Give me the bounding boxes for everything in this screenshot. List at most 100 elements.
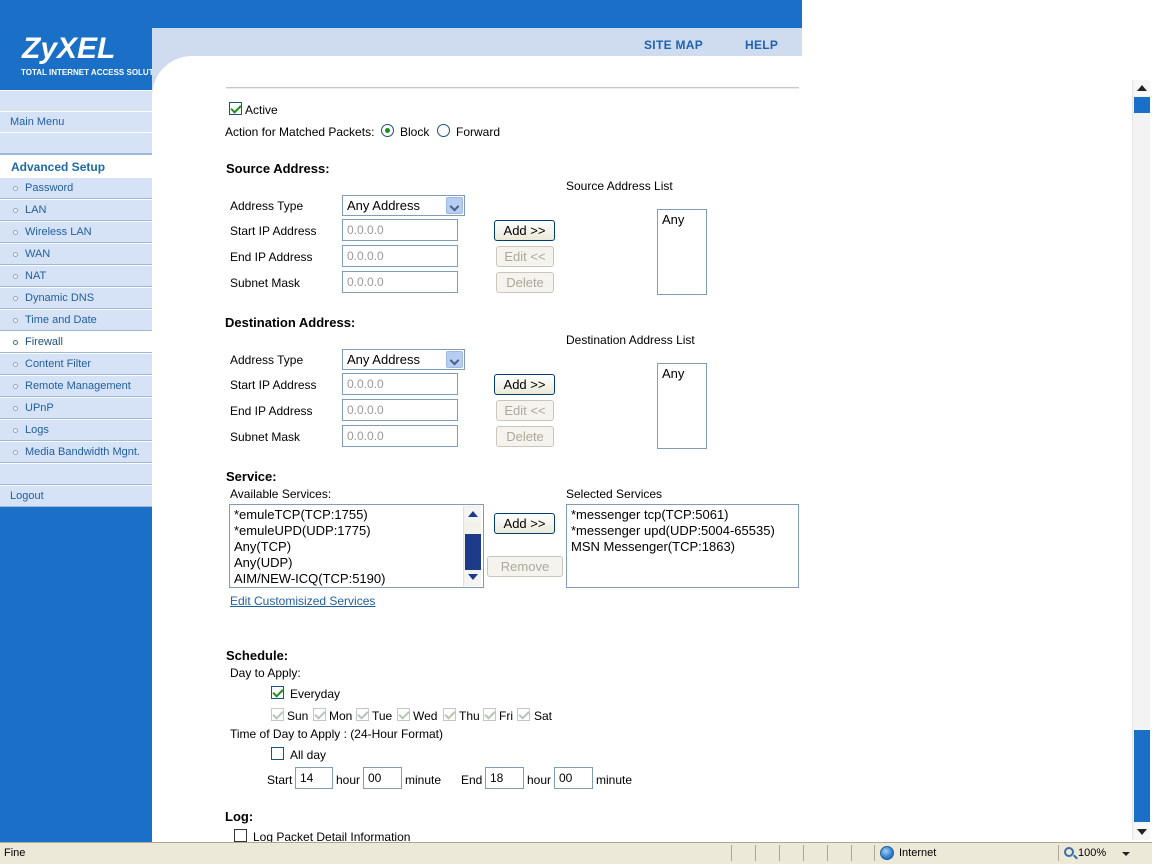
sidebar-item-content-filter[interactable]: Content Filter [0,353,152,375]
available-services-list[interactable]: *emuleTCP(TCP:1755) *emuleUPD(UDP:1775) … [229,504,484,588]
sidebar-item-label: Dynamic DNS [25,292,95,304]
sidebar-logout[interactable]: Logout [0,485,152,507]
sidebar-item-password[interactable]: Password [0,177,152,199]
list-item[interactable]: AIM/NEW-ICQ(TCP:5190) [234,571,461,587]
list-item[interactable]: Any [662,366,702,382]
sidebar-item-label: Password [25,182,74,194]
bullet-icon [13,362,18,367]
service-add-button[interactable]: Add >> [494,513,555,534]
bullet-icon [13,318,18,323]
selected-services-list[interactable]: *messenger tcp(TCP:5061) *messenger upd(… [566,504,799,588]
service-remove-button[interactable]: Remove [487,556,563,577]
chevron-down-icon[interactable] [1122,852,1130,856]
list-item[interactable]: *messenger upd(UDP:5004-65535) [571,523,794,539]
destination-add-button[interactable]: Add >> [494,374,555,395]
start-hour-input[interactable]: 14 [295,767,333,789]
source-add-button[interactable]: Add >> [494,220,555,241]
wed-checkbox[interactable] [397,708,410,721]
destination-address-type-label: Address Type [230,353,304,367]
help-link[interactable]: HELP [745,38,778,52]
destination-end-ip-input[interactable]: 0.0.0.0 [342,399,458,421]
destination-edit-button[interactable]: Edit << [496,400,554,421]
destination-subnet-input[interactable]: 0.0.0.0 [342,425,458,447]
destination-delete-button[interactable]: Delete [496,426,554,447]
block-radio[interactable] [381,124,394,137]
list-item[interactable]: MSN Messenger(TCP:1863) [571,539,794,555]
list-item[interactable]: Any(TCP) [234,539,461,555]
sidebar-item-upnp[interactable]: UPnP [0,397,152,419]
sat-checkbox[interactable] [517,708,530,721]
start-minute-input[interactable]: 00 [363,767,402,789]
sidebar-item-wan[interactable]: WAN [0,243,152,265]
scroll-down-icon[interactable] [465,570,481,585]
log-detail-checkbox[interactable] [234,829,247,842]
sidebar-item-time-and-date[interactable]: Time and Date [0,309,152,331]
source-edit-button[interactable]: Edit << [496,246,554,267]
scroll-thumb[interactable] [465,534,481,570]
zoom-icon[interactable] [1064,847,1074,857]
source-subnet-input[interactable]: 0.0.0.0 [342,271,458,293]
sidebar-item-nat[interactable]: NAT [0,265,152,287]
scroll-up-icon[interactable] [465,507,481,522]
site-map-link[interactable]: SITE MAP [644,38,703,52]
select-value: Any Address [347,352,420,367]
source-address-type-select[interactable]: Any Address [342,195,465,216]
bullet-icon [13,186,18,191]
mon-checkbox[interactable] [313,708,326,721]
sidebar-item-logs[interactable]: Logs [0,419,152,441]
active-checkbox[interactable] [229,102,242,115]
status-separator [874,845,875,861]
scroll-track[interactable] [1134,730,1150,822]
page-scrollbar[interactable] [1132,80,1150,840]
allday-checkbox[interactable] [271,747,284,760]
chevron-down-icon[interactable] [446,197,463,214]
list-item[interactable]: Any(UDP) [234,555,461,571]
sidebar-item-media-bandwidth[interactable]: Media Bandwidth Mgnt. [0,441,152,463]
block-label: Block [400,125,430,139]
sidebar-item-firewall[interactable]: Firewall [0,331,152,353]
globe-icon [880,846,894,860]
edit-customized-services-link[interactable]: Edit Customisized Services [230,594,375,608]
destination-start-ip-input[interactable]: 0.0.0.0 [342,373,458,395]
list-item[interactable]: *messenger tcp(TCP:5061) [571,507,794,523]
scroll-thumb[interactable] [1134,97,1150,113]
sidebar-section-advanced-setup[interactable]: Advanced Setup [0,153,152,177]
sidebar-item-lan[interactable]: LAN [0,199,152,221]
source-address-list[interactable]: Any [657,209,707,295]
scroll-down-icon[interactable] [1134,824,1150,840]
security-zone: Internet [899,847,937,859]
everyday-checkbox[interactable] [271,686,284,699]
destination-address-list[interactable]: Any [657,363,707,449]
tue-checkbox[interactable] [356,708,369,721]
source-end-ip-input[interactable]: 0.0.0.0 [342,245,458,267]
chevron-down-icon[interactable] [446,351,463,368]
sun-checkbox[interactable] [271,708,284,721]
browser-status-bar [0,842,1152,864]
list-item[interactable]: *emuleTCP(TCP:1755) [234,507,461,523]
destination-address-type-select[interactable]: Any Address [342,349,465,370]
sidebar-item-wireless-lan[interactable]: Wireless LAN [0,221,152,243]
thu-checkbox[interactable] [443,708,456,721]
tue-label: Tue [372,709,393,723]
end-minute-input[interactable]: 00 [554,767,593,789]
forward-radio[interactable] [437,124,450,137]
fri-label: Fri [499,709,513,723]
end-hour-input[interactable]: 18 [485,767,524,789]
start-label: Start [267,773,293,787]
sidebar-item-dynamic-dns[interactable]: Dynamic DNS [0,287,152,309]
status-separator [803,845,804,861]
available-services-scrollbar[interactable] [463,506,481,586]
sidebar-main-menu[interactable]: Main Menu [0,111,152,133]
source-delete-button[interactable]: Delete [496,272,554,293]
allday-label: All day [290,748,327,762]
list-item[interactable]: *emuleUPD(UDP:1775) [234,523,461,539]
zoom-level[interactable]: 100% [1078,847,1106,859]
fri-checkbox[interactable] [483,708,496,721]
sidebar-item-remote-management[interactable]: Remote Management [0,375,152,397]
mon-label: Mon [329,709,353,723]
top-nav-bar [152,28,802,56]
source-start-ip-input[interactable]: 0.0.0.0 [342,219,458,241]
list-item[interactable]: Any [662,212,702,228]
end-minute-label: minute [596,773,633,787]
scroll-up-icon[interactable] [1134,80,1150,96]
